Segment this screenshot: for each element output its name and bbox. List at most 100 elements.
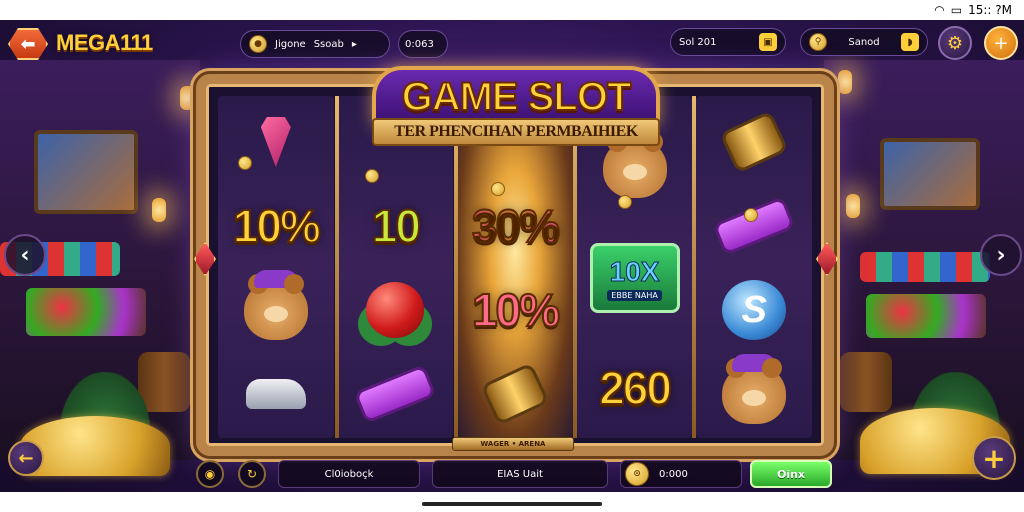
timer-pill: 0:063 [398, 30, 448, 58]
background-poster [34, 130, 138, 214]
reel-cell: 260 [577, 346, 693, 430]
reel-5: S [696, 96, 812, 438]
background-candy-stall [26, 288, 146, 336]
bet-pill[interactable]: Sol 201 ▣ [670, 28, 786, 56]
reel-cell [696, 184, 812, 268]
status-bar: ◠ ▭ 15:: ?M [0, 0, 1024, 20]
reel-cell [338, 268, 454, 352]
next-button[interactable]: › [980, 234, 1022, 276]
shield-symbol: S [722, 280, 787, 340]
reel-cell: 10% [457, 268, 573, 352]
multiplier-value: 10X [609, 255, 660, 287]
reel-cell [218, 100, 334, 184]
spin-label: Oinx [776, 467, 806, 481]
bear-symbol [722, 354, 787, 424]
reel-1: 10% [218, 96, 334, 438]
add-button[interactable]: + [984, 26, 1018, 60]
multiplier-badge: 10X EBBE NAHA [589, 243, 680, 313]
reel-cell: S [696, 268, 812, 352]
timer-value: 0:063 [405, 38, 434, 50]
lamp-light [180, 86, 194, 110]
game-subtitle: TER PHENCIHAN PERMBAIHIEK [394, 123, 638, 140]
reel-divider [573, 96, 577, 438]
game-subtitle-banner: TER PHENCIHAN PERMBAIHIEK [372, 118, 660, 146]
reel-cell: 10 [338, 184, 454, 268]
reel-cell [696, 352, 812, 436]
autoplay-field[interactable]: Cl0ioboçk [278, 460, 420, 488]
bear-hat [253, 270, 298, 288]
apple-symbol [366, 282, 425, 338]
balance-pill[interactable]: ● Jigone Ssoab ▸ [240, 30, 390, 58]
refresh-button[interactable]: ↻ [238, 460, 266, 488]
reel-cell [338, 352, 454, 436]
credits-value: 0:000 [659, 468, 688, 480]
status-time: 15:: ?M [968, 3, 1012, 17]
background-awning-right [860, 252, 990, 282]
reel-cell: 10X EBBE NAHA [577, 236, 693, 320]
plate-text: WAGER • ARENA [480, 440, 546, 448]
settings-button[interactable]: ⚙ [938, 26, 972, 60]
arrow-left-icon: ← [18, 447, 34, 469]
coin-icon: ⊙ [625, 462, 649, 486]
bear-face [742, 390, 767, 406]
reel-symbol-value: 30% [471, 199, 561, 253]
chevron-left-icon: ‹ [20, 242, 30, 268]
search-label: Sanod [848, 36, 880, 48]
coin-icon [617, 195, 632, 209]
background-barrel [840, 352, 892, 412]
coin-icon: ◉ [204, 467, 216, 481]
balance-label: Jigone [275, 38, 306, 50]
wifi-icon: ◠ [934, 3, 945, 17]
lamp-light [838, 70, 852, 94]
background-poster-right [880, 138, 980, 210]
bear-hat [732, 354, 777, 372]
credits-display: ⊙ 0:000 [620, 460, 742, 488]
frame-nameplate: WAGER • ARENA [452, 437, 574, 451]
reel-cell: 30% [457, 184, 573, 268]
reel-cell [457, 352, 573, 436]
bag-icon: ▣ [759, 33, 777, 51]
refresh-icon: ↻ [246, 467, 258, 481]
barrel-symbol [719, 110, 789, 174]
prev-button[interactable]: ‹ [4, 234, 46, 276]
plus-icon: + [993, 32, 1009, 54]
bet-label: Sol 201 [679, 36, 717, 48]
home-handle[interactable] [422, 502, 602, 506]
bear-face [622, 164, 647, 180]
bear-symbol [243, 270, 308, 340]
plus-icon: + [982, 441, 1006, 475]
multiplier-caption: EBBE NAHA [607, 289, 662, 301]
spin-button[interactable]: Oinx [750, 460, 832, 488]
game-screen: ◠ ▭ 15:: ?M ⬅ MEGA111 ● Jigone Ssoab ▸ 0… [0, 0, 1024, 512]
game-title: GAME SLOT [401, 74, 633, 120]
back-button[interactable]: ⬅ [8, 28, 48, 60]
reel-symbol-value: 260 [598, 361, 673, 415]
add-corner-button[interactable]: + [972, 436, 1016, 480]
shoe-symbol [245, 379, 306, 409]
reel-cell [218, 352, 334, 436]
reel-symbol-value: 10 [371, 199, 422, 253]
key-icon: ⚲ [809, 33, 827, 51]
battery-icon: ▭ [950, 3, 963, 17]
coin-icon [238, 156, 252, 170]
coin-button[interactable]: ◉ [196, 460, 224, 488]
tag-icon: ◗ [901, 33, 919, 51]
chevron-right-icon: ▸ [351, 38, 357, 50]
arrow-left-icon: ⬅ [20, 33, 36, 55]
cannon-symbol [353, 364, 437, 424]
coin-pile-left [20, 416, 170, 476]
reel-divider [335, 96, 339, 438]
balance-value: Ssoab [313, 38, 344, 50]
coin-icon: ● [249, 35, 267, 53]
reel-3: 30% 10% [457, 96, 573, 438]
gear-icon: ⚙ [946, 32, 964, 54]
search-pill[interactable]: ⚲ Sanod ◗ [800, 28, 928, 56]
reels-container: 10% 10 30% 10% 10X EBBE NAHA 260 S [218, 96, 812, 438]
back-corner-button[interactable]: ← [8, 440, 44, 476]
lamp-light [152, 198, 166, 222]
gem-symbol [260, 117, 291, 167]
background-candy-stall-right [866, 294, 986, 338]
lamp-light [846, 194, 860, 218]
brand-title: MEGA111 [56, 30, 153, 55]
bet-amount-field[interactable]: EIAS Uait [432, 460, 608, 488]
